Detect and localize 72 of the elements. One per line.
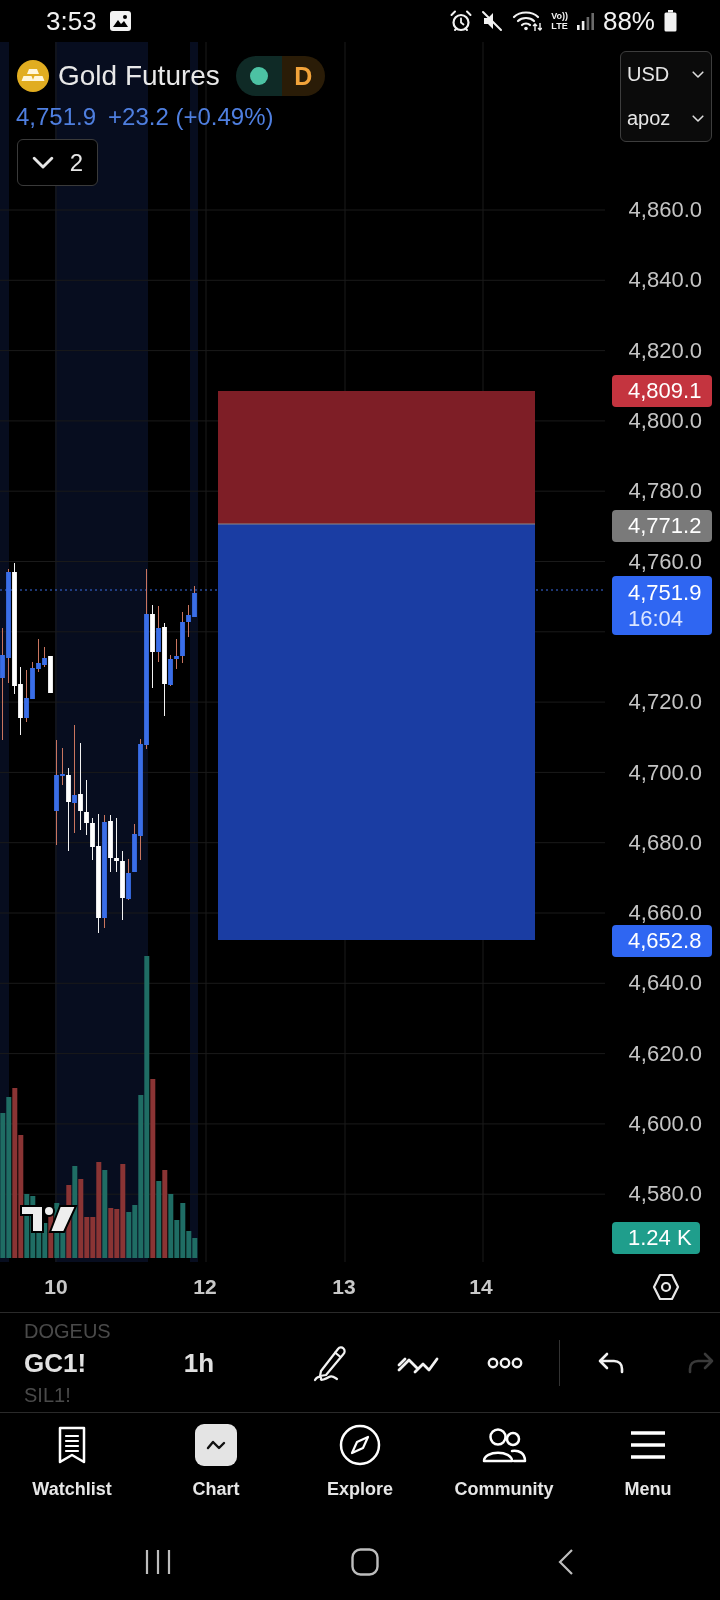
price-tick: 4,620.0 [628, 1042, 702, 1065]
chevron-down-icon [692, 70, 704, 78]
entry-price-label: 4,771.2 [612, 510, 712, 542]
clock-time: 3:53 [46, 6, 97, 36]
ingots-icon [17, 59, 49, 92]
chevron-down-icon [31, 155, 54, 170]
last-price: 4,751.9 [16, 104, 97, 130]
home-button[interactable] [350, 1547, 379, 1576]
network-type-label: LTE [551, 21, 568, 31]
nav-tab[interactable]: Community [432, 1413, 576, 1523]
target-price-label: 4,652.8 [612, 925, 712, 957]
symbol-option[interactable]: GC1! [24, 1347, 87, 1378]
nav-tab[interactable]: Explore [288, 1413, 432, 1523]
home-icon [350, 1547, 379, 1576]
mute-icon [481, 10, 504, 32]
time-tick: 10 [43, 1275, 69, 1299]
currency-select[interactable]: USD [621, 52, 711, 97]
status-dot-icon [249, 66, 268, 85]
chart-settings-button[interactable] [650, 1271, 682, 1303]
indicators-toggle-button[interactable]: 2 [17, 139, 98, 186]
nav-tab[interactable]: Watchlist [0, 1413, 144, 1523]
time-tick: 12 [192, 1275, 218, 1299]
unit-select[interactable]: apoz [621, 96, 711, 141]
price-tick: 4,760.0 [628, 550, 702, 573]
logo-icon [20, 1203, 78, 1235]
recents-icon [145, 1548, 171, 1575]
bookmark-list-icon [57, 1425, 87, 1465]
time-tick: 14 [468, 1275, 494, 1299]
interval-button[interactable]: 1h [160, 1347, 238, 1378]
price-change: +23.2 (+0.49%) [108, 104, 274, 130]
wifi-icon [512, 10, 543, 32]
people-icon [481, 1426, 527, 1464]
price-tick: 4,660.0 [628, 902, 702, 925]
symbol-title: Gold Futures [58, 58, 220, 93]
bar-countdown: 16:04 [628, 605, 684, 632]
chevron-down-icon [692, 115, 704, 123]
redo-icon [687, 1351, 715, 1374]
menu-icon [629, 1430, 667, 1460]
back-button[interactable] [558, 1547, 574, 1576]
price-tick: 4,640.0 [628, 972, 702, 995]
settings-icon [652, 1273, 680, 1301]
chart-icon [195, 1424, 237, 1466]
price-tick: 4,680.0 [628, 831, 702, 854]
time-tick: 13 [331, 1275, 357, 1299]
price-tick: 4,800.0 [628, 410, 702, 433]
volume-label: 1.24 K [612, 1222, 700, 1254]
price-tick: 4,580.0 [628, 1183, 702, 1206]
price-tick: 4,780.0 [628, 480, 702, 503]
price-tick: 4,720.0 [628, 691, 702, 714]
last-price-line [535, 589, 605, 591]
undo-icon [597, 1351, 625, 1374]
alarm-icon [450, 10, 473, 32]
price-tick: 4,600.0 [628, 1113, 702, 1135]
more-icon [487, 1356, 523, 1369]
price-tick: 4,820.0 [628, 339, 702, 362]
battery-percent: 88% [602, 6, 655, 36]
last-price-value: 4,751.9 [628, 579, 702, 606]
nav-tab[interactable]: Menu [576, 1413, 720, 1523]
battery-icon [664, 10, 677, 32]
price-tick: 4,860.0 [628, 199, 702, 222]
price-tick: 4,840.0 [628, 269, 702, 292]
volte-label: Vo)) [551, 11, 568, 21]
price-tick: 4,700.0 [628, 761, 702, 784]
signal-icon [576, 12, 594, 30]
compass-icon [339, 1424, 381, 1466]
recent-apps-button[interactable] [145, 1548, 171, 1575]
gallery-icon [109, 11, 131, 31]
stop-price-label: 4,809.1 [612, 375, 712, 407]
nav-tab[interactable]: Chart [144, 1413, 288, 1523]
back-icon [558, 1547, 574, 1576]
data-status-letter: D [294, 61, 313, 90]
pencil-icon [312, 1343, 348, 1382]
